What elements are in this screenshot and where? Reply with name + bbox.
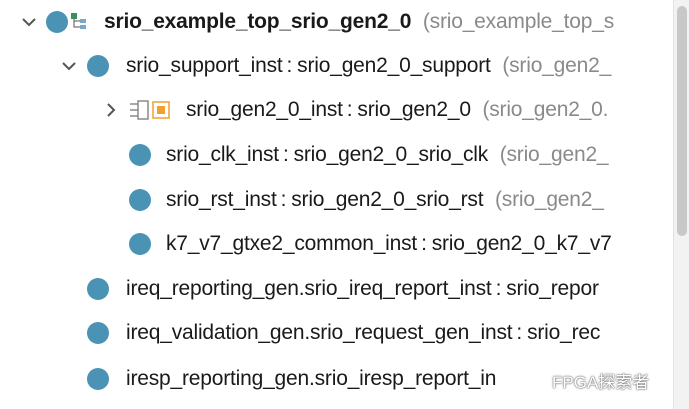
tree-row-sep: : [495,277,502,300]
tree-row-top[interactable]: srio_example_top_srio_gen2_0 (srio_examp… [0,0,672,44]
tree-row-gen2-inst[interactable]: srio_gen2_0_inst: srio_gen2_0 (srio_gen2_… [0,88,672,132]
ip-core-icon [128,99,174,121]
tree-row-module: srio_gen2_0_support [297,54,491,77]
tree-row-module: srio_gen2_0_k7_v7 [431,232,612,255]
tree-row-name: srio_clk_inst [166,143,279,166]
scrollbar-thumb[interactable] [677,6,687,236]
tree-row-sep: : [421,232,427,255]
instance-dot-icon [87,322,109,344]
tree-row-name: srio_support_inst [126,54,283,77]
tree-row-name: ireq_reporting_gen.srio_ireq_report_inst [126,277,492,300]
tree-row-name: iresp_reporting_gen.srio_iresp_report_in [126,367,497,390]
tree-row-file: (srio_gen2_0. [482,98,609,121]
chevron-down-icon[interactable] [60,57,78,75]
tree-row-clk-inst[interactable]: srio_clk_inst: srio_gen2_0_srio_clk (srio… [0,133,672,177]
tree-row-file: (srio_gen2_ [499,143,609,166]
tree-row-module: srio_rec [527,321,601,344]
tree-row-ireq-report-inst[interactable]: ireq_reporting_gen.srio_ireq_report_inst… [0,267,672,311]
tree-row-name: ireq_validation_gen.srio_request_gen_ins… [126,321,513,344]
instance-dot-icon [129,144,151,166]
tree-row-sep: : [346,98,353,121]
tree-row-name: k7_v7_gtxe2_common_inst [166,232,418,255]
tree-row-module: srio_gen2_0_srio_clk [293,143,489,166]
tree-row-sep: : [286,54,293,77]
watermark: FPGA探索者 [526,366,649,394]
hierarchy-tree: srio_example_top_srio_gen2_0 (srio_examp… [0,0,672,409]
instance-dot-icon [46,11,68,33]
tree-row-sep: : [282,143,289,166]
tree-row-gtxe2-common-inst[interactable]: k7_v7_gtxe2_common_inst: srio_gen2_0_k7_v… [0,222,672,266]
tree-row-file: (srio_gen2_ [495,188,604,211]
tree-row-request-gen-inst[interactable]: ireq_validation_gen.srio_request_gen_ins… [0,311,672,355]
chevron-right-icon[interactable] [102,101,120,119]
tree-row-sep: : [516,321,523,344]
tree-row-support-inst[interactable]: srio_support_inst: srio_gen2_0_support (s… [0,44,672,88]
tree-row-module: srio_repor [506,277,599,300]
hierarchy-icon [70,12,88,30]
vertical-scrollbar[interactable] [673,0,689,409]
tree-row-file: (srio_example_top_s [422,10,614,33]
instance-dot-icon [87,278,109,300]
instance-dot-icon [87,368,109,390]
watermark-text: FPGA探索者 [552,372,650,392]
wechat-icon [526,369,546,392]
instance-dot-icon [129,233,151,255]
tree-row-name: srio_example_top_srio_gen2_0 [104,10,412,33]
instance-dot-icon [129,189,151,211]
tree-row-name: srio_rst_inst [166,188,277,211]
tree-row-sep: : [280,188,287,211]
tree-row-rst-inst[interactable]: srio_rst_inst: srio_gen2_0_srio_rst (srio… [0,178,672,222]
instance-dot-icon [87,55,109,77]
tree-row-module: srio_gen2_0_srio_rst [291,188,484,211]
tree-row-module: srio_gen2_0 [357,98,471,121]
tree-row-name: srio_gen2_0_inst [186,98,343,121]
tree-row-file: (srio_gen2_ [502,54,612,77]
chevron-down-icon[interactable] [20,13,38,31]
